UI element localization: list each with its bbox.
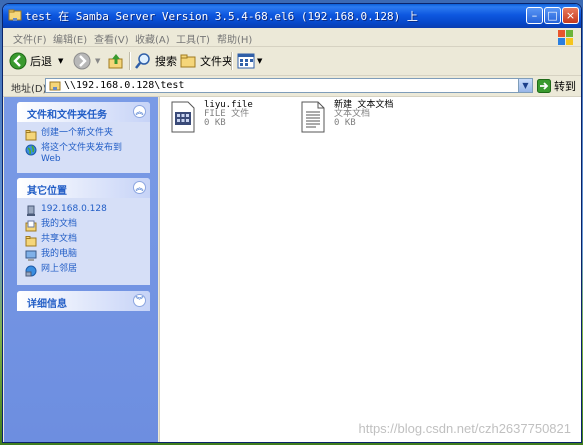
back-label: 后退: [30, 55, 52, 68]
menu-help[interactable]: 帮助(H): [217, 31, 252, 46]
file-tasks-title: 文件和文件夹任务: [27, 110, 107, 121]
views-dropdown-icon[interactable]: ▼: [257, 57, 262, 65]
folders-label: 文件夹: [200, 55, 233, 68]
menu-view[interactable]: 查看(V): [94, 31, 129, 46]
collapse-chevron-icon[interactable]: ︽: [133, 181, 146, 194]
task-pane: 文件和文件夹任务 ︽ 创建一个新文件夹 将这个文件夹发布到 Web 其它位置 ︽…: [4, 97, 158, 442]
details-header[interactable]: 详细信息 ︾: [17, 291, 150, 311]
place-network-link[interactable]: 网上邻居: [25, 264, 144, 277]
collapse-chevron-icon[interactable]: ︽: [133, 105, 146, 118]
other-places-panel: 其它位置 ︽ 192.168.0.128 我的文档 共享文档 我的电脑 网上邻居: [17, 178, 150, 285]
up-folder-button[interactable]: [107, 51, 125, 71]
maximize-button[interactable]: □: [544, 7, 561, 24]
menu-tools[interactable]: 工具(T): [176, 31, 210, 46]
place-shared-documents-link[interactable]: 共享文档: [25, 234, 144, 247]
my-documents-icon: [25, 220, 37, 232]
window-title: test 在 Samba Server Version 3.5.4-68.el6…: [25, 10, 418, 23]
other-places-list: 192.168.0.128 我的文档 共享文档 我的电脑 网上邻居: [17, 198, 150, 285]
place-network-label: 网上邻居: [41, 264, 78, 274]
other-places-title: 其它位置: [27, 186, 67, 197]
search-icon: [135, 53, 150, 69]
menu-bar: 文件(F) 编辑(E) 查看(V) 收藏(A) 工具(T) 帮助(H): [3, 28, 581, 47]
new-folder-link[interactable]: 创建一个新文件夹: [25, 128, 144, 141]
new-folder-icon: [25, 130, 37, 141]
my-computer-icon: [25, 250, 37, 261]
place-my-documents-link[interactable]: 我的文档: [25, 219, 144, 232]
forward-arrow-icon: [73, 52, 91, 70]
menu-file[interactable]: 文件(F): [13, 31, 47, 46]
place-server-link[interactable]: 192.168.0.128: [25, 204, 144, 217]
publish-web-label: 将这个文件夹发布到 Web: [41, 143, 123, 164]
file-tasks-header[interactable]: 文件和文件夹任务 ︽: [17, 102, 150, 122]
globe-icon: [25, 144, 37, 156]
views-button[interactable]: ▼: [237, 51, 262, 71]
place-server-label: 192.168.0.128: [41, 204, 107, 214]
explorer-window: test 在 Samba Server Version 3.5.4-68.el6…: [2, 3, 582, 443]
toolbar: 后退 ▼ ▼ 搜索 文件夹 ▼: [3, 47, 581, 76]
folder-icon: [180, 54, 196, 68]
go-button[interactable]: 转到: [537, 78, 576, 94]
back-button[interactable]: 后退 ▼: [9, 51, 63, 71]
file-list-area: liyu.file FILE 文件 0 KB 新建 文本文档 文本文档 0 KB…: [159, 97, 581, 442]
file-size: 0 KB: [334, 118, 356, 128]
address-bar: 地址(D) \\192.168.0.128\test ▼ 转到: [3, 76, 581, 97]
address-value: \\192.168.0.128\test: [64, 80, 185, 91]
menu-favorites[interactable]: 收藏(A): [135, 31, 170, 46]
folders-button[interactable]: 文件夹: [179, 51, 233, 71]
other-places-header[interactable]: 其它位置 ︽: [17, 178, 150, 198]
address-folder-icon: [49, 81, 61, 91]
toolbar-separator: [231, 52, 233, 70]
expand-chevron-icon[interactable]: ︾: [133, 294, 146, 307]
address-dropdown-icon[interactable]: ▼: [518, 79, 532, 92]
network-places-icon: [25, 265, 37, 277]
new-folder-label: 创建一个新文件夹: [41, 128, 114, 138]
views-grid-icon: [237, 53, 255, 69]
network-computer-icon: [27, 205, 35, 216]
toolbar-separator: [129, 52, 131, 70]
publish-web-link[interactable]: 将这个文件夹发布到 Web: [25, 143, 144, 165]
place-my-computer-link[interactable]: 我的电脑: [25, 249, 144, 262]
details-title: 详细信息: [27, 299, 67, 310]
title-bar[interactable]: test 在 Samba Server Version 3.5.4-68.el6…: [3, 4, 581, 28]
shared-documents-icon: [25, 236, 37, 247]
place-shared-documents-label: 共享文档: [41, 234, 78, 244]
details-panel: 详细信息 ︾: [17, 291, 150, 311]
close-button[interactable]: ×: [562, 7, 579, 24]
file-tasks-panel: 文件和文件夹任务 ︽ 创建一个新文件夹 将这个文件夹发布到 Web: [17, 102, 150, 173]
place-my-computer-label: 我的电脑: [41, 249, 78, 259]
network-folder-icon: [8, 9, 22, 21]
windows-logo-icon: [558, 30, 573, 45]
search-button[interactable]: 搜索: [134, 51, 177, 71]
go-label: 转到: [554, 80, 576, 93]
text-document-icon: [301, 101, 325, 133]
up-folder-icon: [108, 54, 123, 69]
go-arrow-icon: [537, 79, 551, 93]
forward-dropdown-icon[interactable]: ▼: [95, 57, 100, 65]
file-tasks-list: 创建一个新文件夹 将这个文件夹发布到 Web: [17, 122, 150, 173]
watermark-text: https://blog.csdn.net/czh2637750821: [358, 421, 572, 436]
search-label: 搜索: [155, 55, 177, 68]
menu-edit[interactable]: 编辑(E): [53, 31, 87, 46]
generic-file-icon: [171, 101, 195, 133]
file-item[interactable]: liyu.file FILE 文件 0 KB: [168, 101, 253, 133]
address-label: 地址(D): [11, 84, 47, 95]
file-item[interactable]: 新建 文本文档 文本文档 0 KB: [298, 101, 393, 133]
forward-button[interactable]: ▼: [73, 51, 100, 71]
minimize-button[interactable]: –: [526, 7, 543, 24]
back-arrow-icon: [9, 52, 27, 70]
back-dropdown-icon[interactable]: ▼: [58, 57, 63, 65]
file-size: 0 KB: [204, 118, 226, 128]
place-my-documents-label: 我的文档: [41, 219, 78, 229]
address-input[interactable]: \\192.168.0.128\test ▼: [45, 78, 533, 93]
